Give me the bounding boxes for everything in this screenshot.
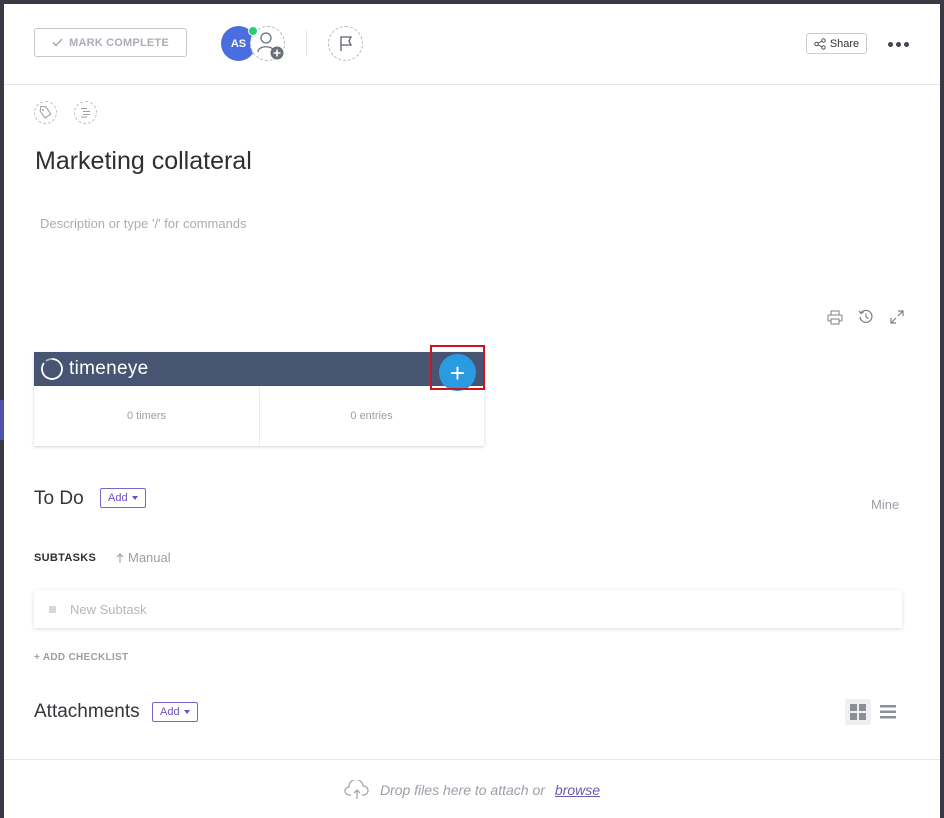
timeneye-widget: timeneye + 0 timers 0 entries <box>34 352 484 446</box>
attachment-dropzone[interactable]: Drop files here to attach or browse <box>4 759 940 818</box>
task-title[interactable]: Marketing collateral <box>35 147 252 176</box>
list-icon <box>880 705 896 719</box>
entries-count[interactable]: 0 entries <box>259 386 484 446</box>
status-square-icon <box>49 605 56 613</box>
subtasks-label: SUBTASKS <box>34 552 97 564</box>
expand-icon <box>890 310 904 324</box>
plus-icon: + <box>449 357 466 388</box>
subtasks-sort-button[interactable]: Manual <box>116 550 171 565</box>
toolbar-divider <box>306 30 307 56</box>
priority-flag-button[interactable] <box>328 26 363 61</box>
description-input[interactable]: Description or type '/' for commands <box>40 216 247 231</box>
print-button[interactable] <box>825 307 845 327</box>
more-options-button[interactable] <box>884 32 912 56</box>
new-subtask-input[interactable]: New Subtask <box>34 590 902 628</box>
list-view-button[interactable] <box>875 699 901 725</box>
todo-add-button[interactable]: Add <box>100 488 146 508</box>
flag-icon <box>339 35 352 51</box>
dot-icon <box>903 41 909 47</box>
mark-complete-button[interactable]: MARK COMPLETE <box>34 28 187 57</box>
print-icon <box>827 310 843 324</box>
timers-label: 0 timers <box>126 410 167 422</box>
todo-add-label: Add <box>108 492 128 504</box>
share-label: Share <box>829 37 860 50</box>
check-icon <box>52 38 63 47</box>
arrow-up-icon <box>116 552 124 563</box>
sort-label: Manual <box>128 550 171 565</box>
avatar-initials: AS <box>230 37 247 50</box>
tag-icon <box>39 106 52 119</box>
list-detail-icon <box>81 107 90 118</box>
cloud-upload-icon <box>344 779 369 799</box>
timeneye-logo-icon <box>41 358 63 380</box>
task-modal: MARK COMPLETE AS Share Marketing collate… <box>4 4 940 818</box>
browse-link[interactable]: browse <box>555 782 600 798</box>
timers-count[interactable]: 0 timers <box>34 386 260 446</box>
timeneye-brand: timeneye <box>69 358 149 379</box>
caret-down-icon <box>131 496 138 500</box>
mine-filter[interactable]: Mine <box>871 497 899 512</box>
history-icon <box>858 309 873 323</box>
add-checklist-button[interactable]: + ADD CHECKLIST <box>34 652 128 663</box>
share-button[interactable]: Share <box>806 33 867 54</box>
dropzone-text: Drop files here to attach or <box>379 781 545 798</box>
timeneye-header: timeneye <box>34 352 484 386</box>
task-toolbar: MARK COMPLETE AS Share <box>4 4 940 85</box>
attachments-title: Attachments <box>34 701 140 722</box>
entries-label: 0 entries <box>350 410 393 422</box>
attachments-add-label: Add <box>160 706 180 718</box>
new-subtask-placeholder: New Subtask <box>70 601 147 617</box>
attachments-add-button[interactable]: Add <box>152 702 198 722</box>
tags-button[interactable] <box>34 101 57 124</box>
details-button[interactable] <box>74 101 97 124</box>
mark-complete-label: MARK COMPLETE <box>69 36 169 49</box>
history-button[interactable] <box>856 307 876 327</box>
grid-view-button[interactable] <box>845 699 871 725</box>
expand-button[interactable] <box>887 307 907 327</box>
online-status-dot <box>248 26 258 36</box>
share-icon <box>814 37 826 50</box>
dot-icon <box>895 41 901 47</box>
todo-status-title: To Do <box>34 488 84 509</box>
caret-down-icon <box>183 710 190 714</box>
grid-icon <box>850 704 866 720</box>
dot-icon <box>887 41 893 47</box>
